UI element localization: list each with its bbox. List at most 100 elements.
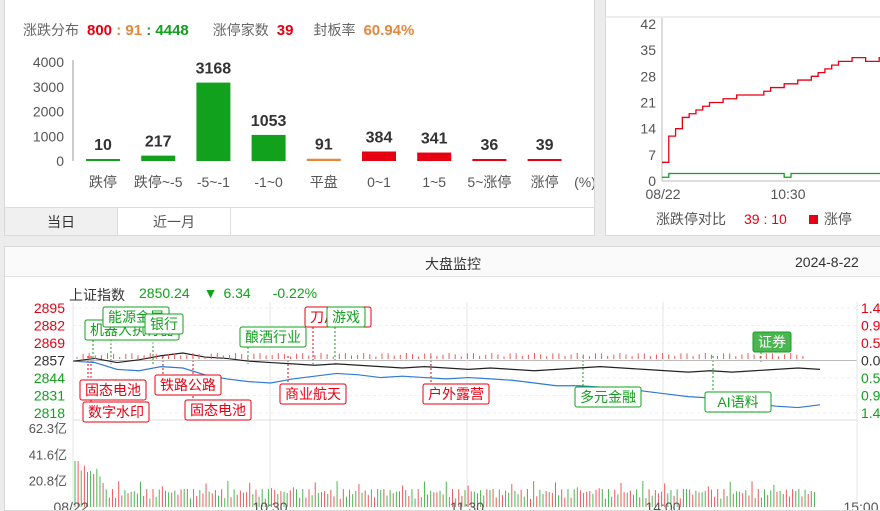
- event-tag-label: 商业航天: [285, 386, 341, 402]
- x-tick-label: 跌停~-5: [134, 174, 183, 190]
- bar: [472, 159, 507, 161]
- event-tag[interactable]: 商业航天: [279, 383, 347, 405]
- limit-up-legend-label: 涨停: [823, 211, 852, 227]
- event-tag[interactable]: 多元金融: [574, 386, 642, 408]
- event-tag[interactable]: 数字水印: [82, 401, 150, 423]
- y-left-tick-label: 2882: [34, 318, 65, 334]
- event-tag[interactable]: 酿酒行业: [239, 326, 307, 348]
- x-tick-label-visible: 14:00: [645, 499, 680, 511]
- x-tick-label-visible: 15:00: [843, 499, 878, 511]
- bar-value-label: 39: [536, 137, 554, 154]
- event-tag-label: 证券: [758, 334, 786, 350]
- bar-value-label: 217: [145, 134, 172, 151]
- x-tick-label: 涨停: [531, 174, 559, 190]
- y-right-tick-label: 0.5: [861, 335, 880, 351]
- market-monitor-chart: 2895 1.4 2882 0.9 2869 0.5 2857 0.0 2844 0.5 2831 0…: [29, 300, 880, 511]
- y-tick-label: 28: [640, 68, 656, 84]
- x-tick-label: -1~0: [254, 174, 283, 190]
- x-tick-label-visible: 10:30: [252, 499, 287, 511]
- y-tick-label: 4000: [33, 54, 64, 70]
- ratio-legend: 涨跌停对比 39 : 10 涨停: [656, 209, 852, 229]
- monitor-date: 2024-8-22: [795, 254, 859, 270]
- y-tick-label: 2000: [33, 104, 64, 120]
- volume-tick-label: 20.8亿: [29, 474, 67, 489]
- y-tick-label: 14: [640, 121, 656, 137]
- separator: :: [146, 21, 152, 39]
- event-tag[interactable]: 固态电池: [79, 379, 147, 401]
- y-left-tick-label: 2818: [34, 405, 65, 421]
- up-count: 800: [87, 21, 113, 39]
- limit-up-count: 39: [276, 21, 294, 39]
- bar: [417, 152, 452, 161]
- series-line-limit-up: [662, 56, 880, 163]
- y-left-tick-label: 2857: [34, 353, 65, 369]
- event-tag-label: 数字水印: [88, 404, 144, 420]
- event-tag[interactable]: AI语料: [704, 391, 772, 413]
- bar: [141, 155, 176, 161]
- x-tick-label: 5~涨停: [467, 174, 511, 190]
- event-tag-label: 固态电池: [190, 402, 246, 418]
- bar-value-label: 3168: [196, 61, 232, 78]
- y-tick-label: 35: [640, 42, 656, 58]
- y-tick-label: 0: [56, 153, 64, 169]
- ratio-value: 39 : 10: [744, 211, 787, 227]
- bar: [86, 159, 120, 161]
- event-tag[interactable]: 铁路公路: [154, 374, 222, 396]
- distribution-stats: 涨跌分布 800 : 91 : 4448 涨停家数 39 封板率 60.94%: [23, 19, 434, 41]
- event-tag-label: AI语料: [717, 394, 758, 410]
- y-right-tick-label: 1.4: [861, 300, 880, 316]
- bar: [251, 134, 286, 161]
- tab-last-month[interactable]: 近一月: [118, 208, 231, 235]
- y-left-tick-label: 2895: [34, 300, 65, 316]
- bar-value-label: 341: [421, 131, 448, 148]
- y-tick-label: 1000: [33, 128, 64, 144]
- event-tag-label: 铁路公路: [160, 377, 216, 393]
- seal-rate-label: 封板率: [313, 22, 356, 38]
- y-left-tick-label: 2831: [34, 388, 65, 404]
- bar: [306, 158, 341, 161]
- bar-value-label: 384: [366, 129, 393, 146]
- x-tick-label: 10:30: [770, 186, 805, 202]
- limit-ratio-line-chart: 42352821147008/22 10:30: [606, 16, 880, 202]
- x-tick-label-visible: 08/22: [53, 499, 88, 511]
- y-left-tick-label: 2844: [34, 370, 65, 386]
- event-tag[interactable]: 银行: [144, 313, 184, 335]
- event-tag-label: 固态电池: [85, 382, 141, 398]
- event-tag-label: 银行: [150, 316, 178, 332]
- x-tick-label: 08/22: [645, 186, 680, 202]
- ratio-label: 涨跌停对比: [656, 211, 726, 227]
- y-tick-label: 21: [640, 95, 656, 111]
- y-right-tick-label: 0.5: [861, 370, 880, 386]
- bar: [527, 159, 562, 161]
- y-left-tick-label: 2869: [34, 335, 65, 351]
- y-tick-label: 3000: [33, 79, 64, 95]
- limit-up-legend-swatch: [808, 214, 818, 224]
- event-tag[interactable]: 游戏: [326, 306, 366, 328]
- event-tag[interactable]: 证券: [752, 331, 792, 353]
- bar-value-label: 91: [315, 137, 333, 154]
- event-tag[interactable]: 户外露营: [422, 383, 490, 405]
- flat-count: 91: [125, 21, 143, 39]
- separator: :: [116, 21, 122, 39]
- x-tick-label: 0~1: [367, 174, 391, 190]
- bar: [196, 82, 231, 161]
- x-tick-label-visible: 11:30: [450, 499, 484, 511]
- limit-up-label: 涨停家数: [212, 22, 269, 38]
- monitor-title: 大盘监控: [425, 256, 481, 272]
- event-tag-label: 酿酒行业: [245, 329, 301, 345]
- y-tick-label: 7: [648, 147, 656, 163]
- down-count: 4448: [155, 21, 189, 39]
- distribution-panel: 涨跌分布 800 : 91 : 4448 涨停家数 39 封板率 60.94% …: [4, 0, 595, 236]
- up-flat-down: 800 : 91 : 4448: [87, 22, 189, 39]
- event-tag-label: 多元金融: [580, 389, 636, 405]
- market-monitor-panel: 大盘监控 2024-8-22 上证指数 2850.24 ▼ 6.34 -0.22…: [4, 246, 880, 511]
- y-right-tick-label: 1.4: [861, 405, 880, 421]
- y-right-tick-label: 0.9: [861, 388, 880, 404]
- distribution-tabs: 当日 近一月: [5, 207, 594, 235]
- volume-tick-label: 62.3亿: [29, 421, 67, 436]
- tab-today[interactable]: 当日: [5, 208, 118, 235]
- event-tag[interactable]: 固态电池: [184, 399, 252, 421]
- limit-ratio-panel: 42 35 28 21 14 7 0 08/22 10:30 涨跌停对比 39 : 10 涨停: [605, 0, 880, 236]
- unit-label: (%): [574, 174, 595, 190]
- event-tag-label: 户外露营: [428, 386, 484, 402]
